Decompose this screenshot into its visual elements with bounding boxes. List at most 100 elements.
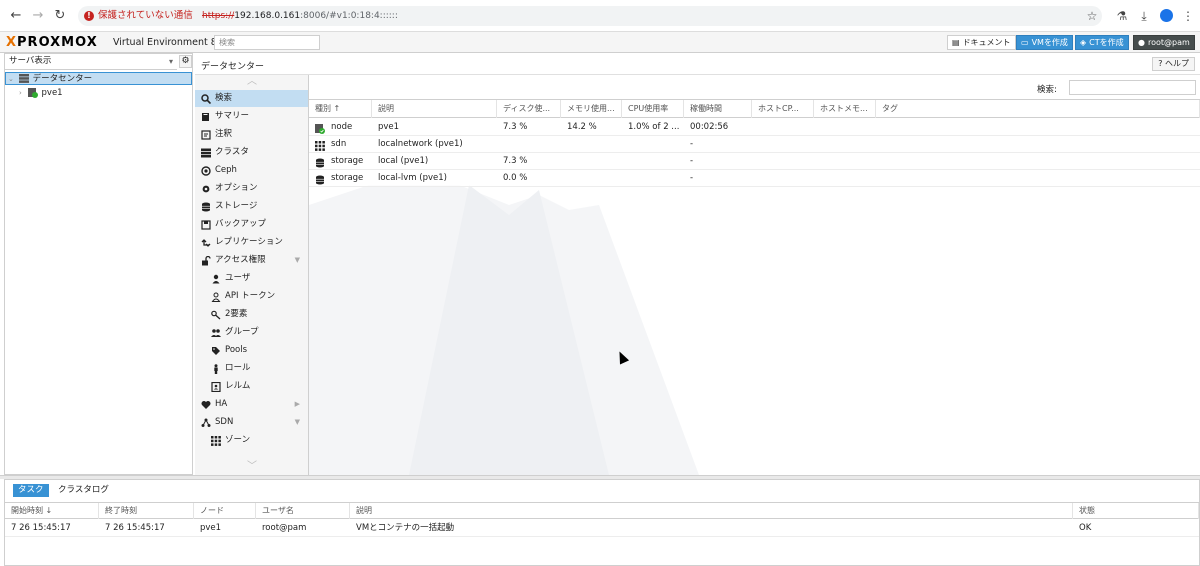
- security-chip[interactable]: ! 保護されていない通信: [84, 8, 197, 24]
- column-header-8[interactable]: ホストメモ...: [814, 100, 876, 118]
- column-header-7[interactable]: ホストCP...: [752, 100, 814, 118]
- menu-dots-icon[interactable]: ⋮: [1180, 8, 1196, 24]
- tab-cluster-log[interactable]: クラスタログ: [53, 484, 114, 497]
- database-icon: [315, 156, 325, 168]
- menu-item-4[interactable]: クラスタ: [195, 144, 308, 161]
- book-icon: ▤: [952, 38, 960, 47]
- database-icon: [201, 198, 211, 215]
- gear-icon[interactable]: ⚙: [179, 55, 192, 68]
- cell-uptime: 00:02:56: [690, 122, 729, 132]
- task-column-header-4[interactable]: ユーザ名: [256, 503, 350, 519]
- back-arrow-icon[interactable]: ←: [8, 8, 24, 24]
- flask-icon[interactable]: ⚗: [1114, 8, 1130, 24]
- cell-desc: pve1: [378, 122, 400, 132]
- create-ct-button[interactable]: ◈ CTを作成: [1075, 35, 1129, 50]
- tree-item-datacenter[interactable]: ⌄ データセンター: [5, 72, 192, 85]
- menu-item-18[interactable]: HA ▶: [195, 396, 308, 413]
- task-row[interactable]: 7 26 15:45:17 7 26 15:45:17 pve1 root@pam VM…: [5, 520, 1199, 537]
- documentation-button[interactable]: ▤ ドキュメント: [947, 35, 1016, 50]
- menu-item-label: ロール: [225, 363, 251, 373]
- profile-avatar[interactable]: [1160, 9, 1173, 22]
- app-header: XPROXMOX Virtual Environment 8.2.2 検索 ▤ ド…: [0, 32, 1200, 53]
- chevron-down-icon: ▾: [168, 57, 173, 66]
- view-selector[interactable]: サーバ表示 ▾: [5, 54, 177, 70]
- task-cell-start: 7 26 15:45:17: [11, 523, 71, 533]
- table-row[interactable]: sdn localnetwork (pve1) -: [309, 136, 1200, 153]
- chevron-down-icon[interactable]: ▼: [295, 252, 300, 269]
- search-label: 検索:: [1037, 85, 1057, 95]
- cell-cpu: [622, 153, 684, 170]
- task-cell-status: OK: [1079, 523, 1092, 533]
- menu-item-20[interactable]: ゾーン: [195, 432, 308, 449]
- menu-item-2[interactable]: サマリー: [195, 108, 308, 125]
- node-icon: [315, 122, 325, 134]
- tree-item-pve1[interactable]: › pve1: [5, 87, 192, 100]
- scroll-up-icon[interactable]: ︿: [245, 77, 259, 87]
- help-button[interactable]: ? ヘルプ: [1152, 57, 1195, 71]
- grid-search-input[interactable]: [1069, 80, 1196, 95]
- page-title: データセンター: [201, 62, 265, 72]
- menu-item-13[interactable]: 2要素: [195, 306, 308, 323]
- task-column-header-6[interactable]: 状態: [1073, 503, 1199, 519]
- task-column-header-5[interactable]: 説明: [350, 503, 1073, 519]
- menu-item-14[interactable]: グループ: [195, 324, 308, 341]
- menu-item-label: Ceph: [215, 165, 237, 175]
- user-menu-button[interactable]: ● root@pam: [1133, 35, 1195, 50]
- menu-item-7[interactable]: ストレージ: [195, 198, 308, 215]
- scroll-down-icon[interactable]: ﹀: [245, 462, 259, 472]
- menu-item-label: API トークン: [225, 291, 276, 301]
- cell-uptime: -: [690, 139, 694, 149]
- table-row[interactable]: storage local-lvm (pve1) 0.0 % -: [309, 170, 1200, 187]
- column-header-9[interactable]: タグ: [876, 100, 1200, 118]
- menu-item-9[interactable]: レプリケーション: [195, 234, 308, 251]
- column-header-6[interactable]: 稼働時間: [684, 100, 752, 118]
- column-header-1[interactable]: 種別 ↑: [309, 100, 372, 118]
- users-icon: [211, 324, 221, 341]
- column-header-5[interactable]: CPU使用率: [622, 100, 684, 118]
- address-bar[interactable]: ! 保護されていない通信 https://192.168.0.161:8006/…: [78, 6, 1102, 26]
- column-header-4[interactable]: メモリ使用...: [561, 100, 622, 118]
- proxmox-logo: XPROXMOX: [6, 35, 98, 50]
- menu-item-15[interactable]: Pools: [195, 342, 308, 359]
- table-row[interactable]: node pve1 7.3 % 14.2 % 1.0% of 2 ... 00:02:56: [309, 119, 1200, 136]
- expand-icon: ⌄: [8, 75, 14, 83]
- menu-item-3[interactable]: 注釈: [195, 126, 308, 143]
- menu-item-17[interactable]: レルム: [195, 378, 308, 395]
- monitor-icon: ▭: [1021, 38, 1029, 47]
- column-header-3[interactable]: ディスク使...: [497, 100, 561, 118]
- user-icon: [211, 270, 221, 287]
- task-column-header-1[interactable]: 開始時刻 ↓: [5, 503, 99, 519]
- create-vm-button[interactable]: ▭ VMを作成: [1016, 35, 1073, 50]
- forward-arrow-icon[interactable]: →: [30, 8, 46, 24]
- cell-mem: [561, 170, 622, 187]
- global-search-input[interactable]: 検索: [214, 35, 320, 50]
- resource-tree-panel: サーバ表示 ▾ ⚙ ⌄ データセンター › pve1: [4, 53, 193, 475]
- grid-icon: [211, 432, 221, 449]
- address-book-icon: [211, 378, 221, 395]
- menu-item-12[interactable]: API トークン: [195, 288, 308, 305]
- chevron-right-icon[interactable]: ▶: [295, 396, 300, 413]
- menu-item-6[interactable]: オプション: [195, 180, 308, 197]
- table-row[interactable]: storage local (pve1) 7.3 % -: [309, 153, 1200, 170]
- cell-mem: [561, 136, 622, 153]
- column-header-2[interactable]: 説明: [372, 100, 497, 118]
- task-column-header-2[interactable]: 終了時刻: [99, 503, 194, 519]
- cell-disk: 7.3 %: [503, 122, 528, 132]
- menu-item-16[interactable]: ロール: [195, 360, 308, 377]
- book-icon: [201, 108, 211, 125]
- menu-item-19[interactable]: SDN ▼: [195, 414, 308, 431]
- menu-item-8[interactable]: バックアップ: [195, 216, 308, 233]
- cell-uptime: -: [690, 156, 694, 166]
- tab-tasks[interactable]: タスク: [13, 484, 49, 497]
- menu-item-10[interactable]: アクセス権限 ▼: [195, 252, 308, 269]
- reload-icon[interactable]: ↻: [52, 8, 68, 24]
- menu-item-1[interactable]: 検索: [195, 90, 308, 107]
- chevron-down-icon[interactable]: ▼: [295, 414, 300, 431]
- menu-item-5[interactable]: Ceph: [195, 162, 308, 179]
- star-icon[interactable]: ☆: [1084, 8, 1100, 24]
- task-column-header-3[interactable]: ノード: [194, 503, 256, 519]
- menu-item-11[interactable]: ユーザ: [195, 270, 308, 287]
- download-icon[interactable]: ⤓: [1136, 8, 1152, 24]
- cell-disk: [497, 136, 561, 153]
- cell-type: node: [309, 119, 372, 136]
